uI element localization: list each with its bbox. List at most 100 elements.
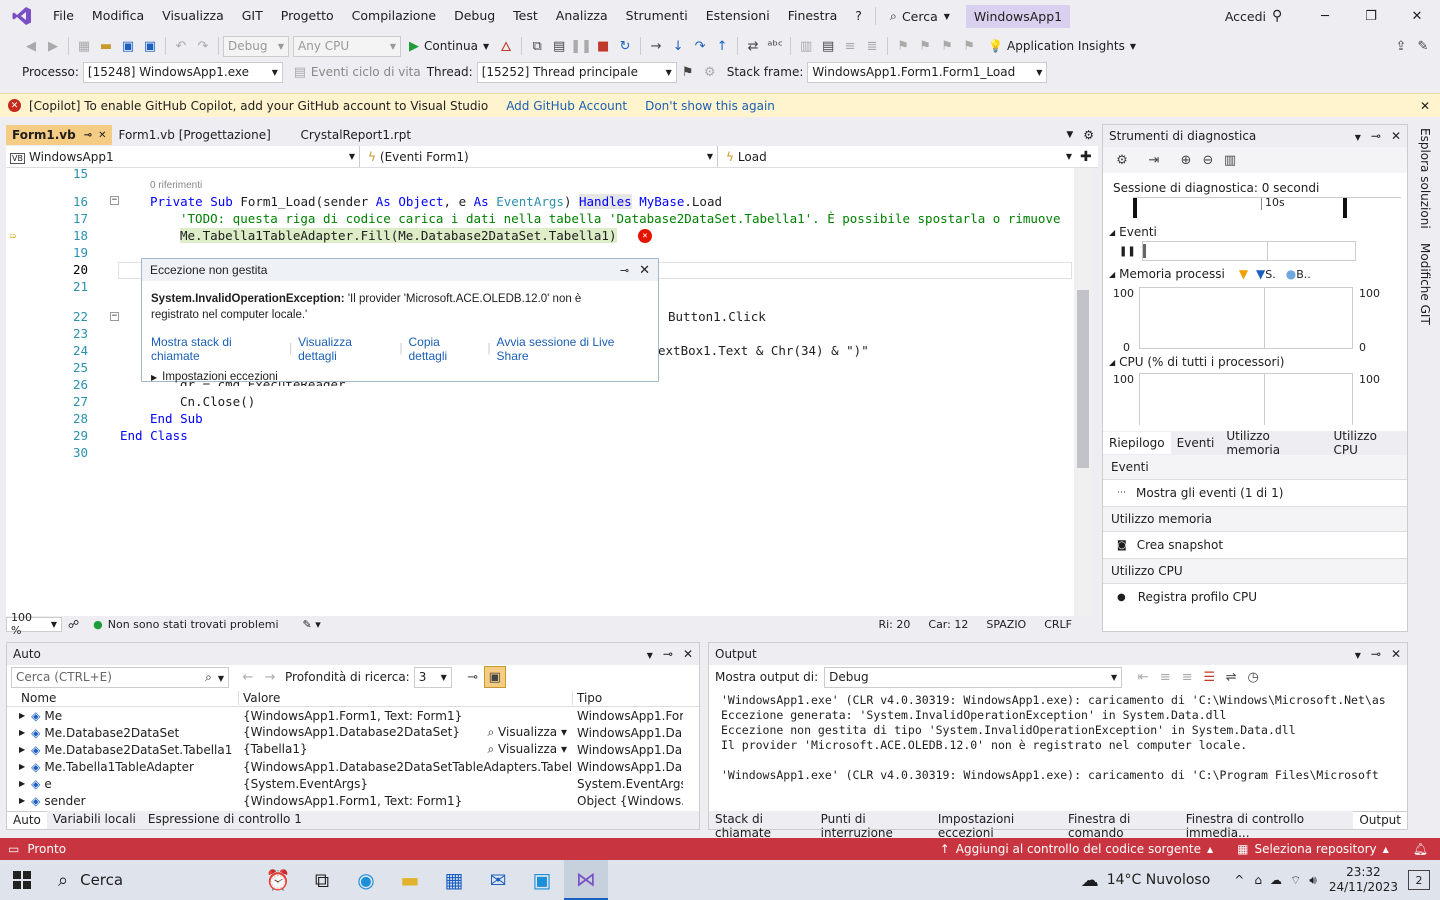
export-icon[interactable]: ⇥ (1143, 149, 1165, 171)
chevron-down-icon[interactable]: ▼ (1355, 651, 1361, 660)
pin-icon[interactable]: ⊸ (620, 264, 629, 277)
clock[interactable]: 23:32 24/11/2023 (1329, 865, 1398, 895)
chevron-down-icon[interactable]: ▼ (1066, 130, 1073, 140)
line-ending-indicator[interactable]: CRLF (1044, 618, 1072, 631)
maximize-button[interactable]: ❐ (1348, 0, 1394, 32)
platform-dropdown[interactable]: Any CPU ▼ (293, 35, 401, 57)
live-share-link[interactable]: Avvia sessione di Live Share (497, 335, 649, 363)
table-row[interactable]: ▶ ◈ e {System.EventArgs} System.EventArgs (7, 775, 699, 792)
tab-watch-1[interactable]: Espressione di controllo 1 (142, 811, 308, 829)
menu-help[interactable]: ? (846, 0, 871, 32)
network-icon[interactable]: ⌔ (1290, 873, 1301, 888)
tab-git-changes[interactable]: Modifiche GIT (1418, 243, 1432, 325)
gear-icon[interactable]: ⚙ (1111, 149, 1133, 171)
uncomment-icon[interactable]: ≣ (861, 35, 883, 57)
chevron-right-icon[interactable]: ▶ (19, 745, 25, 754)
menu-file[interactable]: File (44, 0, 83, 32)
depth-dropdown[interactable]: 3 ▼ (413, 666, 452, 688)
chevron-right-icon[interactable]: ▶ (19, 796, 25, 805)
menu-analizza[interactable]: Analizza (547, 0, 617, 32)
menu-visualizza[interactable]: Visualizza (153, 0, 233, 32)
cpu-section-header[interactable]: ◢ CPU (% di tutti i processori) (1103, 355, 1407, 369)
tab-form1-designer[interactable]: Form1.vb [Progettazione] (112, 125, 294, 145)
pin-icon[interactable]: ⊸ (1371, 129, 1381, 143)
table-row[interactable]: ▶ ◈ Me {WindowsApp1.Form1, Text: Form1} Wind… (7, 707, 699, 724)
menu-progetto[interactable]: Progetto (272, 0, 343, 32)
file-explorer-icon[interactable]: ▬ (388, 860, 432, 900)
back-icon[interactable]: ◀ (20, 35, 42, 57)
add-github-account-link[interactable]: Add GitHub Account (506, 99, 627, 113)
copy-icon[interactable]: ▤ (817, 35, 839, 57)
scrollbar-thumb[interactable] (1077, 290, 1089, 468)
menu-modifica[interactable]: Modifica (83, 0, 153, 32)
chevron-right-icon[interactable]: ▶ (19, 762, 25, 771)
bookmark-icon[interactable]: ⚑ (892, 35, 914, 57)
bell-icon[interactable]: 🔔︎ (1413, 842, 1428, 856)
menu-debug[interactable]: Debug (445, 0, 504, 32)
show-events-item[interactable]: ⋯ Mostra gli eventi (1 di 1) (1103, 480, 1407, 506)
zoom-dropdown[interactable]: 100 % ▼ (6, 611, 62, 637)
chevron-down-icon[interactable]: ▼ (1355, 133, 1361, 142)
collapse-icon[interactable]: − (110, 312, 119, 321)
show-next-statement-icon[interactable]: → (645, 35, 667, 57)
signin-link[interactable]: Accedi (1225, 9, 1266, 24)
word-wrap-icon[interactable]: ⇌ (1220, 666, 1242, 688)
record-cpu-item[interactable]: ● Registra profilo CPU (1103, 584, 1407, 610)
visualize-button[interactable]: ⌕ Visualizza ▾ (488, 742, 574, 757)
menu-test[interactable]: Test (504, 0, 547, 32)
stack-frame-dropdown[interactable]: WindowsApp1.Form1.Form1_Load ▼ (807, 61, 1048, 83)
stop-icon[interactable]: ■ (592, 35, 614, 57)
minimize-button[interactable]: ─ (1302, 0, 1348, 32)
volume-icon[interactable]: 🔊︎ (1309, 873, 1317, 888)
pin-icon[interactable]: ⊸ (1371, 647, 1381, 661)
exception-settings-expander[interactable]: ▶ Impostazioni eccezioni (142, 363, 658, 383)
forward-icon[interactable]: → (259, 666, 281, 688)
close-icon[interactable]: ✕ (683, 647, 693, 661)
comment-icon[interactable]: ≡ (839, 35, 861, 57)
pin-icon[interactable]: ⊸ (663, 647, 673, 661)
meet-icon[interactable]: ⌂ (1254, 873, 1262, 887)
dont-show-again-link[interactable]: Don't show this again (645, 99, 775, 113)
codelens-references[interactable]: 0 riferimenti (150, 180, 202, 191)
attach-icon[interactable]: ⧉ (526, 35, 548, 57)
close-icon[interactable]: ✕ (98, 130, 106, 141)
column-value[interactable]: Valore (239, 690, 573, 705)
visualize-button[interactable]: ⌕ Visualizza ▾ (488, 725, 574, 740)
config-dropdown[interactable]: Debug ▼ (223, 35, 289, 57)
edge-icon[interactable]: ◉ (344, 860, 388, 900)
clear-all-icon[interactable]: ☰ (1198, 666, 1220, 688)
tab-utilizzo-memoria[interactable]: Utilizzo memoria (1220, 425, 1327, 461)
mail-icon[interactable]: ✉ (476, 860, 520, 900)
find-message-icon[interactable]: ⇤ (1132, 666, 1154, 688)
events-dropdown[interactable]: ϟ (Eventi Form1) ▼ (364, 146, 718, 167)
feedback-icon[interactable]: ✎ (1412, 35, 1434, 57)
tab-crystalreport[interactable]: CrystalReport1.rpt (294, 125, 417, 145)
tab-utilizzo-cpu[interactable]: Utilizzo CPU (1327, 425, 1407, 461)
weather-icon[interactable]: ☁ (1081, 870, 1099, 891)
pause-icon[interactable]: ❚❚ (570, 35, 592, 57)
save-icon[interactable]: ▣ (117, 35, 139, 57)
auto-search-input[interactable]: Cerca (CTRL+E) ⌕ ▼ (11, 666, 229, 688)
line-indicator[interactable]: Ri: 20 (878, 618, 910, 631)
pin-icon[interactable]: ⊸ (84, 130, 92, 141)
task-view-icon[interactable]: ⧉ (300, 860, 344, 900)
column-indicator[interactable]: Car: 12 (928, 618, 968, 631)
onedrive-icon[interactable]: ☁ (1270, 873, 1282, 887)
chevron-up-icon[interactable]: ^ (1234, 873, 1244, 887)
lifecycle-events-label[interactable]: Eventi ciclo di vita (311, 65, 421, 79)
add-source-control-button[interactable]: Aggiungi al controllo del codice sorgent… (956, 842, 1201, 856)
share-icon[interactable]: ⇪ (1390, 35, 1412, 57)
app-insights-button[interactable]: 💡 Application Insights ▼ (988, 39, 1136, 53)
tab-eventi[interactable]: Eventi (1171, 432, 1221, 454)
hex-icon[interactable]: ⇄ (742, 35, 764, 57)
table-row[interactable]: ▶ ◈ Me.Tabella1TableAdapter {WindowsApp1.Da… (7, 758, 699, 775)
menu-finestra[interactable]: Finestra (779, 0, 847, 32)
step-into-icon[interactable]: ↓ (667, 35, 689, 57)
weather-text[interactable]: 14°C Nuvoloso (1107, 872, 1211, 888)
tab-solution-explorer[interactable]: Esplora soluzioni (1418, 128, 1432, 229)
app-icon[interactable]: ▣ (520, 860, 564, 900)
undo-icon[interactable]: ↶ (170, 35, 192, 57)
chevron-down-icon[interactable]: ▼ (647, 651, 653, 660)
menu-strumenti[interactable]: Strumenti (617, 0, 697, 32)
timestamp-icon[interactable]: ◷ (1242, 666, 1264, 688)
